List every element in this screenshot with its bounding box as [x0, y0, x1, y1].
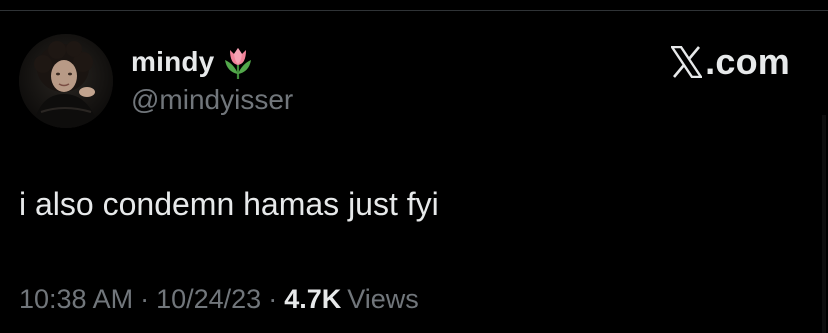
x-logo-icon — [669, 45, 704, 79]
tweet-date[interactable]: 10/24/23 — [156, 284, 261, 314]
avatar[interactable] — [19, 34, 113, 128]
scrollbar-track — [822, 115, 826, 333]
tweet-meta: 10:38 AM · 10/24/23 · 4.7K Views — [19, 284, 419, 315]
brand-text: .com — [705, 41, 790, 82]
tweet-time[interactable]: 10:38 AM — [19, 284, 133, 314]
meta-separator: · — [140, 284, 150, 314]
views-count[interactable]: 4.7K — [284, 284, 341, 314]
display-name[interactable]: mindy — [131, 46, 214, 78]
views-label: Views — [347, 284, 419, 314]
brand-watermark: .com — [669, 41, 790, 82]
author-name-row[interactable]: mindy — [131, 44, 254, 80]
tulip-icon — [222, 44, 254, 80]
tweet-text: i also condemn hamas just fyi — [19, 186, 439, 222]
top-divider — [0, 10, 828, 11]
author-handle[interactable]: @mindyisser — [131, 84, 293, 116]
avatar-photo — [19, 34, 113, 128]
meta-separator: · — [268, 284, 278, 314]
